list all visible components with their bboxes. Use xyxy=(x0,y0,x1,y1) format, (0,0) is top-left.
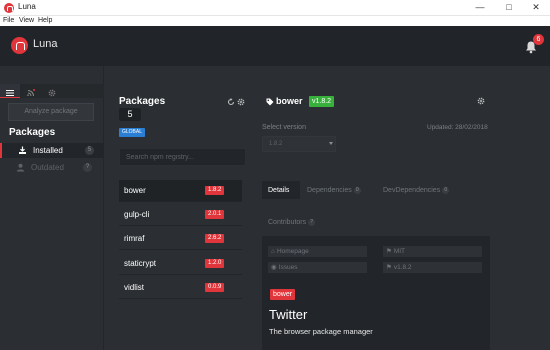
menu-view[interactable]: View xyxy=(19,16,34,26)
tab-dependencies[interactable]: Dependencies 0 xyxy=(301,181,371,199)
tab-count: ? xyxy=(308,219,316,226)
packages-toolbar xyxy=(225,97,247,107)
issues-link[interactable]: ◉ Issues xyxy=(268,262,367,273)
homepage-link[interactable]: ⌂ Homepage xyxy=(268,246,367,257)
minimize-icon[interactable]: — xyxy=(466,0,494,16)
package-version-badge: 2.6.2 xyxy=(205,234,225,243)
sidebar-item-label: Installed xyxy=(33,146,63,155)
package-row[interactable]: rimraf 2.6.2 xyxy=(119,228,242,250)
package-detail-version-badge: v1.8.2 xyxy=(309,96,335,107)
packages-title: Packages xyxy=(119,96,166,107)
menu-icon xyxy=(6,90,14,96)
maximize-icon[interactable]: □ xyxy=(495,0,523,16)
package-name: staticrypt xyxy=(124,259,157,268)
bug-icon: ◉ xyxy=(271,264,277,271)
app-name: Luna xyxy=(33,38,58,50)
package-version-badge: 0.0.9 xyxy=(205,283,225,292)
tab-label: DevDependencies xyxy=(383,187,441,194)
version-info: ⚑ v1.8.2 xyxy=(383,262,482,273)
tab-label: Contributors xyxy=(268,219,307,226)
package-name: gulp-cli xyxy=(124,210,150,219)
tag-icon xyxy=(266,98,274,106)
gear-icon[interactable] xyxy=(237,98,245,106)
sidebar-item-label: Outdated xyxy=(31,163,64,172)
package-version-badge: 1.8.2 xyxy=(205,186,225,195)
refresh-icon[interactable] xyxy=(227,98,235,106)
package-row[interactable]: staticrypt 1.2.0 xyxy=(119,253,242,275)
sidebar: Analyze package Packages Installed 5 Out… xyxy=(0,66,104,350)
package-detail-name: bower xyxy=(276,96,303,106)
package-description: The browser package manager xyxy=(269,327,373,336)
window-titlebar: Luna — □ ✕ xyxy=(0,0,550,16)
version-select[interactable]: 1.8.2 xyxy=(262,136,336,152)
packages-count: 5 xyxy=(119,108,141,121)
tab-notifications[interactable] xyxy=(21,84,41,98)
menu-help[interactable]: Help xyxy=(38,16,52,26)
rss-icon xyxy=(27,89,35,97)
search-input[interactable] xyxy=(119,148,246,166)
sidebar-item-outdated[interactable]: Outdated ? xyxy=(0,160,104,175)
home-icon: ⌂ xyxy=(271,248,275,255)
sidebar-tabs xyxy=(0,84,104,98)
tab-packages[interactable] xyxy=(0,84,20,98)
package-name-tag: bower xyxy=(270,289,296,300)
tab-devdependencies[interactable]: DevDependencies 0 xyxy=(377,181,463,199)
tab-settings[interactable] xyxy=(42,84,62,98)
package-row[interactable]: vidlist 0.0.9 xyxy=(119,277,242,299)
installed-count-badge: 5 xyxy=(85,146,94,155)
app-icon xyxy=(4,3,14,13)
package-version-badge: 2.0.1 xyxy=(205,210,225,219)
package-name: rimraf xyxy=(124,234,145,243)
updated-date: Updated: 28/02/2018 xyxy=(427,124,488,131)
package-name: bower xyxy=(124,186,146,195)
flag-icon: ⚑ xyxy=(386,264,392,271)
sidebar-heading: Packages xyxy=(9,127,56,138)
tab-count: 0 xyxy=(442,187,450,194)
download-icon xyxy=(19,146,26,154)
analyze-package-button[interactable]: Analyze package xyxy=(8,103,94,121)
tab-details[interactable]: Details xyxy=(262,181,300,199)
tab-label: Dependencies xyxy=(307,187,352,194)
menu-file[interactable]: File xyxy=(3,16,14,26)
package-row[interactable]: bower 1.8.2 xyxy=(119,180,242,202)
tab-count: 0 xyxy=(353,187,361,194)
chevron-down-icon xyxy=(329,142,333,145)
tab-contributors[interactable]: Contributors? xyxy=(262,213,330,231)
gear-icon xyxy=(48,89,56,97)
gear-icon[interactable] xyxy=(477,97,485,105)
selected-version: 1.8.2 xyxy=(269,141,283,147)
app-header: Luna 6 xyxy=(0,26,550,66)
bank-icon: ⚑ xyxy=(386,248,392,255)
package-name: vidlist xyxy=(124,283,145,292)
user-icon xyxy=(16,163,25,172)
close-icon[interactable]: ✕ xyxy=(522,0,550,16)
sidebar-item-installed[interactable]: Installed 5 xyxy=(0,143,104,158)
global-scope-badge: GLOBAL xyxy=(119,128,146,137)
package-row[interactable]: gulp-cli 2.0.1 xyxy=(119,204,242,226)
window-title: Luna xyxy=(18,2,36,11)
package-version-badge: 1.2.0 xyxy=(205,259,225,268)
notification-badge[interactable]: 6 xyxy=(533,34,544,45)
package-author: Twitter xyxy=(269,307,308,322)
outdated-count-badge: ? xyxy=(83,163,92,172)
menu-bar: File View Help xyxy=(0,16,550,26)
luna-logo-icon xyxy=(11,37,28,54)
tab-label: Details xyxy=(268,187,290,194)
select-version-label: Select version xyxy=(262,124,306,131)
license-info: ⚑ MIT xyxy=(383,246,482,257)
